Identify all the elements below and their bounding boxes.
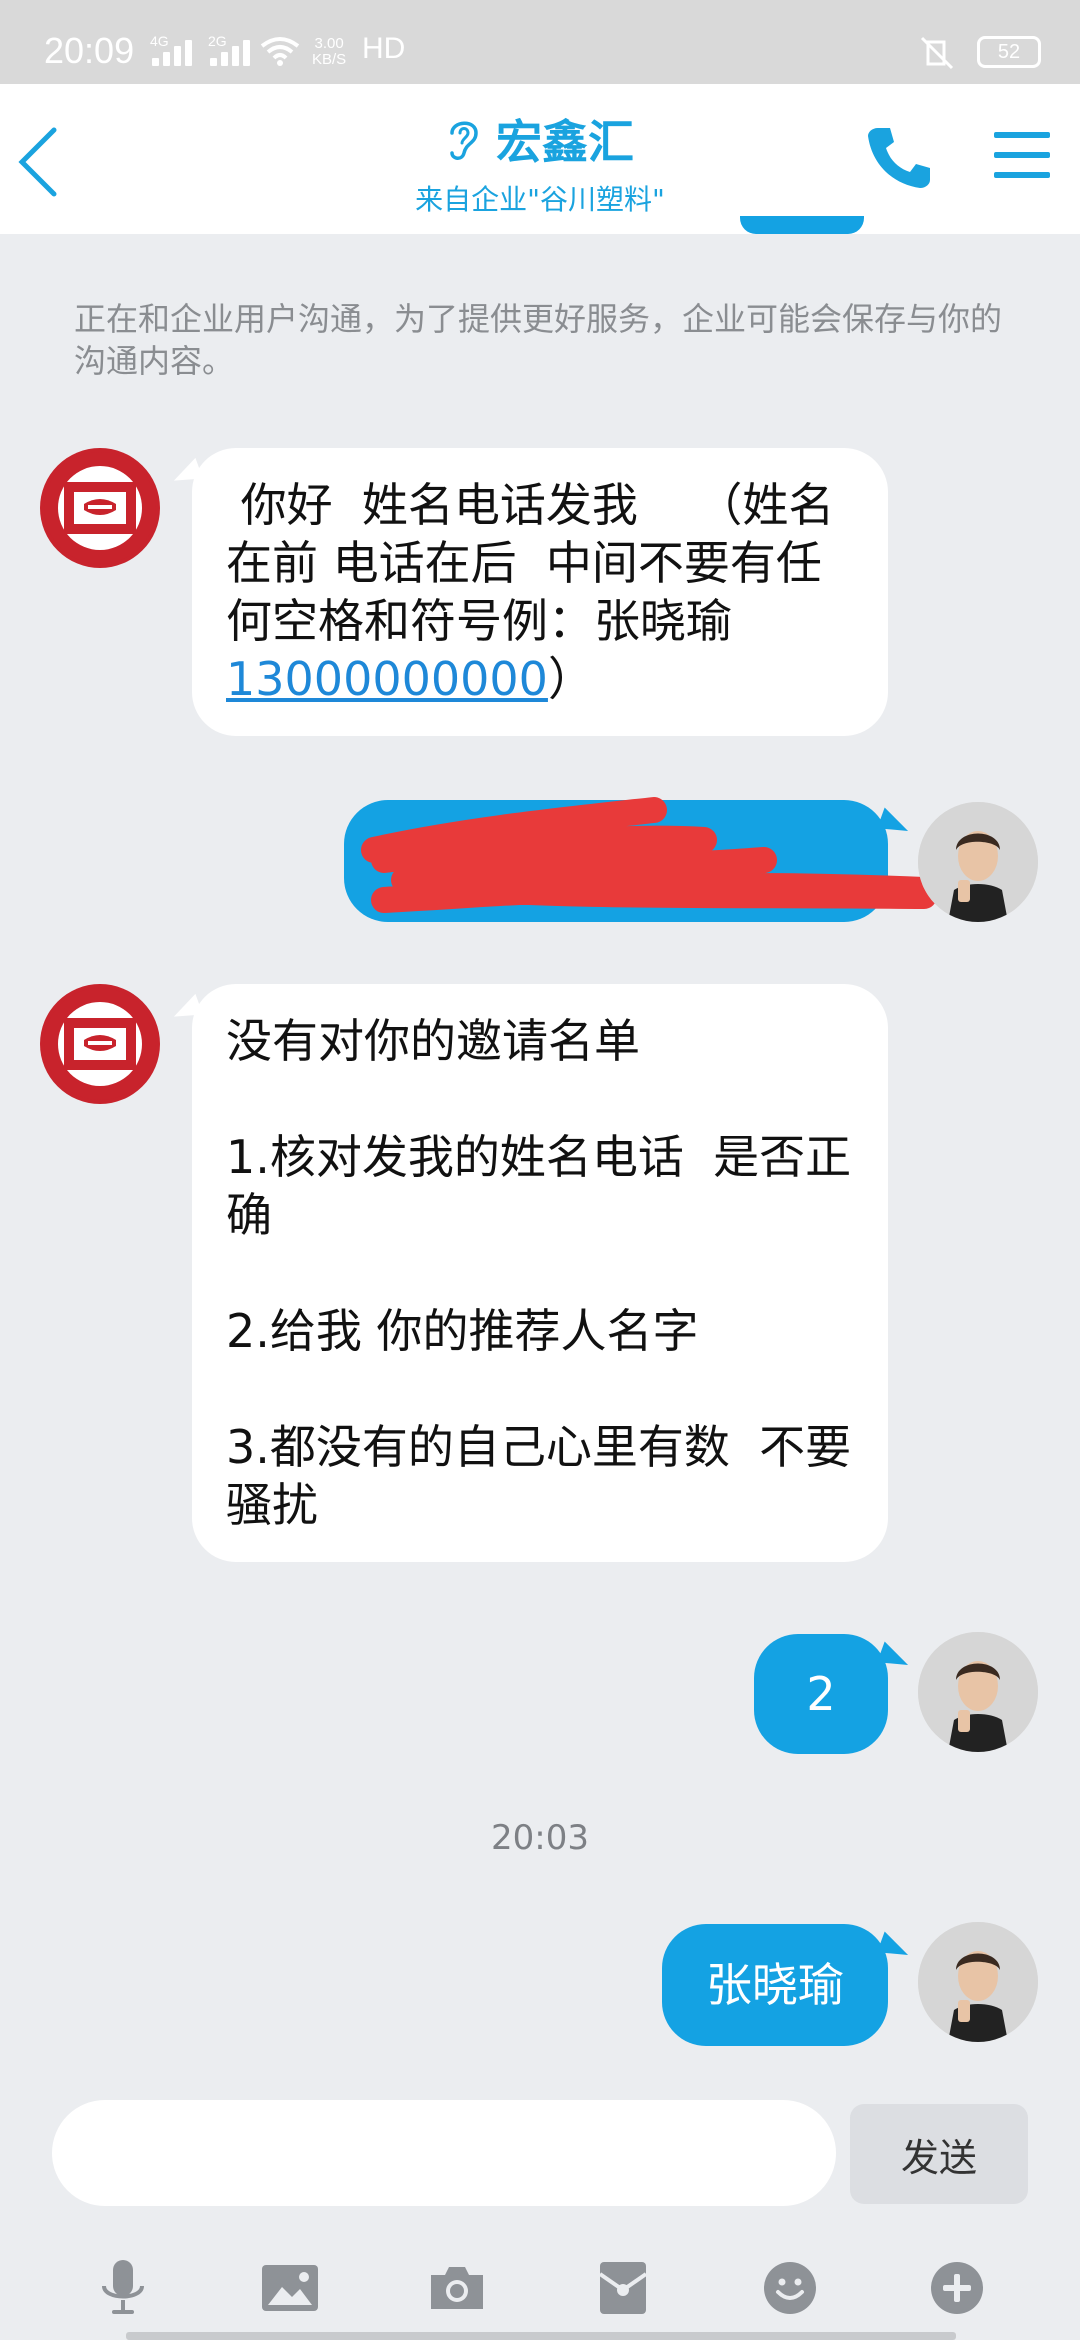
enterprise-logo-icon — [44, 452, 156, 564]
phone-call-icon[interactable] — [864, 122, 934, 192]
signal-icon — [152, 40, 192, 66]
message-text: 你好 姓名电话发我 （姓名在前 电话在后 中间不要有任何空格和符号例：张晓瑜 — [226, 478, 835, 648]
time-divider: 20:03 — [491, 1818, 589, 1858]
incoming-message-bubble[interactable]: 你好 姓名电话发我 （姓名在前 电话在后 中间不要有任何空格和符号例：张晓瑜13… — [192, 448, 888, 736]
outgoing-message-bubble[interactable]: 2 — [754, 1634, 888, 1754]
outgoing-message-bubble[interactable]: 张晓瑜 — [662, 1924, 888, 2046]
user-avatar-icon — [918, 1922, 1038, 2042]
enterprise-logo-icon — [44, 988, 156, 1100]
enterprise-avatar[interactable] — [40, 984, 160, 1104]
status-bar: 20:09 4G 2G 3.00 KB/S HD 52 — [0, 0, 1080, 84]
input-toolbar — [0, 2236, 1080, 2340]
microphone-icon — [102, 2260, 145, 2314]
enterprise-avatar[interactable] — [40, 448, 160, 568]
chat-title: 宏鑫汇 — [496, 115, 634, 169]
chat-header: 宏鑫汇 来自企业"谷川塑料" — [0, 84, 1080, 234]
voice-button[interactable] — [83, 2248, 163, 2328]
signal-icon-2 — [210, 40, 250, 66]
navigation-bar — [126, 2332, 956, 2340]
user-avatar-icon — [918, 1632, 1038, 1752]
mute-vibrate-icon — [920, 36, 954, 70]
red-packet-button[interactable] — [583, 2248, 663, 2328]
network-speed: 3.00 KB/S — [312, 36, 346, 68]
ear-icon[interactable] — [446, 115, 482, 163]
phone-number-link[interactable]: 13000000000 — [226, 652, 548, 706]
user-avatar-icon — [918, 802, 1038, 922]
emoji-button[interactable] — [750, 2248, 830, 2328]
redaction-scribble — [361, 797, 937, 913]
send-button[interactable]: 发送 — [850, 2104, 1028, 2204]
hd-indicator: HD — [362, 32, 406, 65]
user-avatar[interactable] — [918, 1632, 1038, 1752]
menu-icon[interactable] — [994, 130, 1050, 180]
plus-icon — [930, 2262, 983, 2314]
message-input[interactable] — [52, 2100, 836, 2206]
emoji-icon — [763, 2262, 816, 2314]
speed-value: 3.00 — [314, 35, 344, 52]
image-icon — [261, 2265, 318, 2311]
incoming-message-bubble[interactable]: 没有对你的邀请名单 1.核对发我的姓名电话 是否正确 2.给我 你的推荐人名字 … — [192, 984, 888, 1562]
speed-unit: KB/S — [312, 51, 347, 68]
red-packet-icon — [599, 2262, 648, 2314]
message-text-end: ） — [547, 652, 594, 706]
user-avatar[interactable] — [918, 1922, 1038, 2042]
user-avatar[interactable] — [918, 802, 1038, 922]
privacy-notice: 正在和企业用户沟通，为了提供更好服务，企业可能会保存与你的沟通内容。 — [74, 300, 1003, 380]
image-button[interactable] — [250, 2248, 330, 2328]
camera-icon — [430, 2267, 483, 2309]
battery-indicator: 52 — [977, 36, 1041, 68]
previous-message-bubble — [740, 216, 864, 234]
camera-button[interactable] — [417, 2248, 497, 2328]
more-button[interactable] — [917, 2248, 997, 2328]
wifi-icon — [260, 37, 300, 66]
status-time: 20:09 — [44, 30, 135, 71]
